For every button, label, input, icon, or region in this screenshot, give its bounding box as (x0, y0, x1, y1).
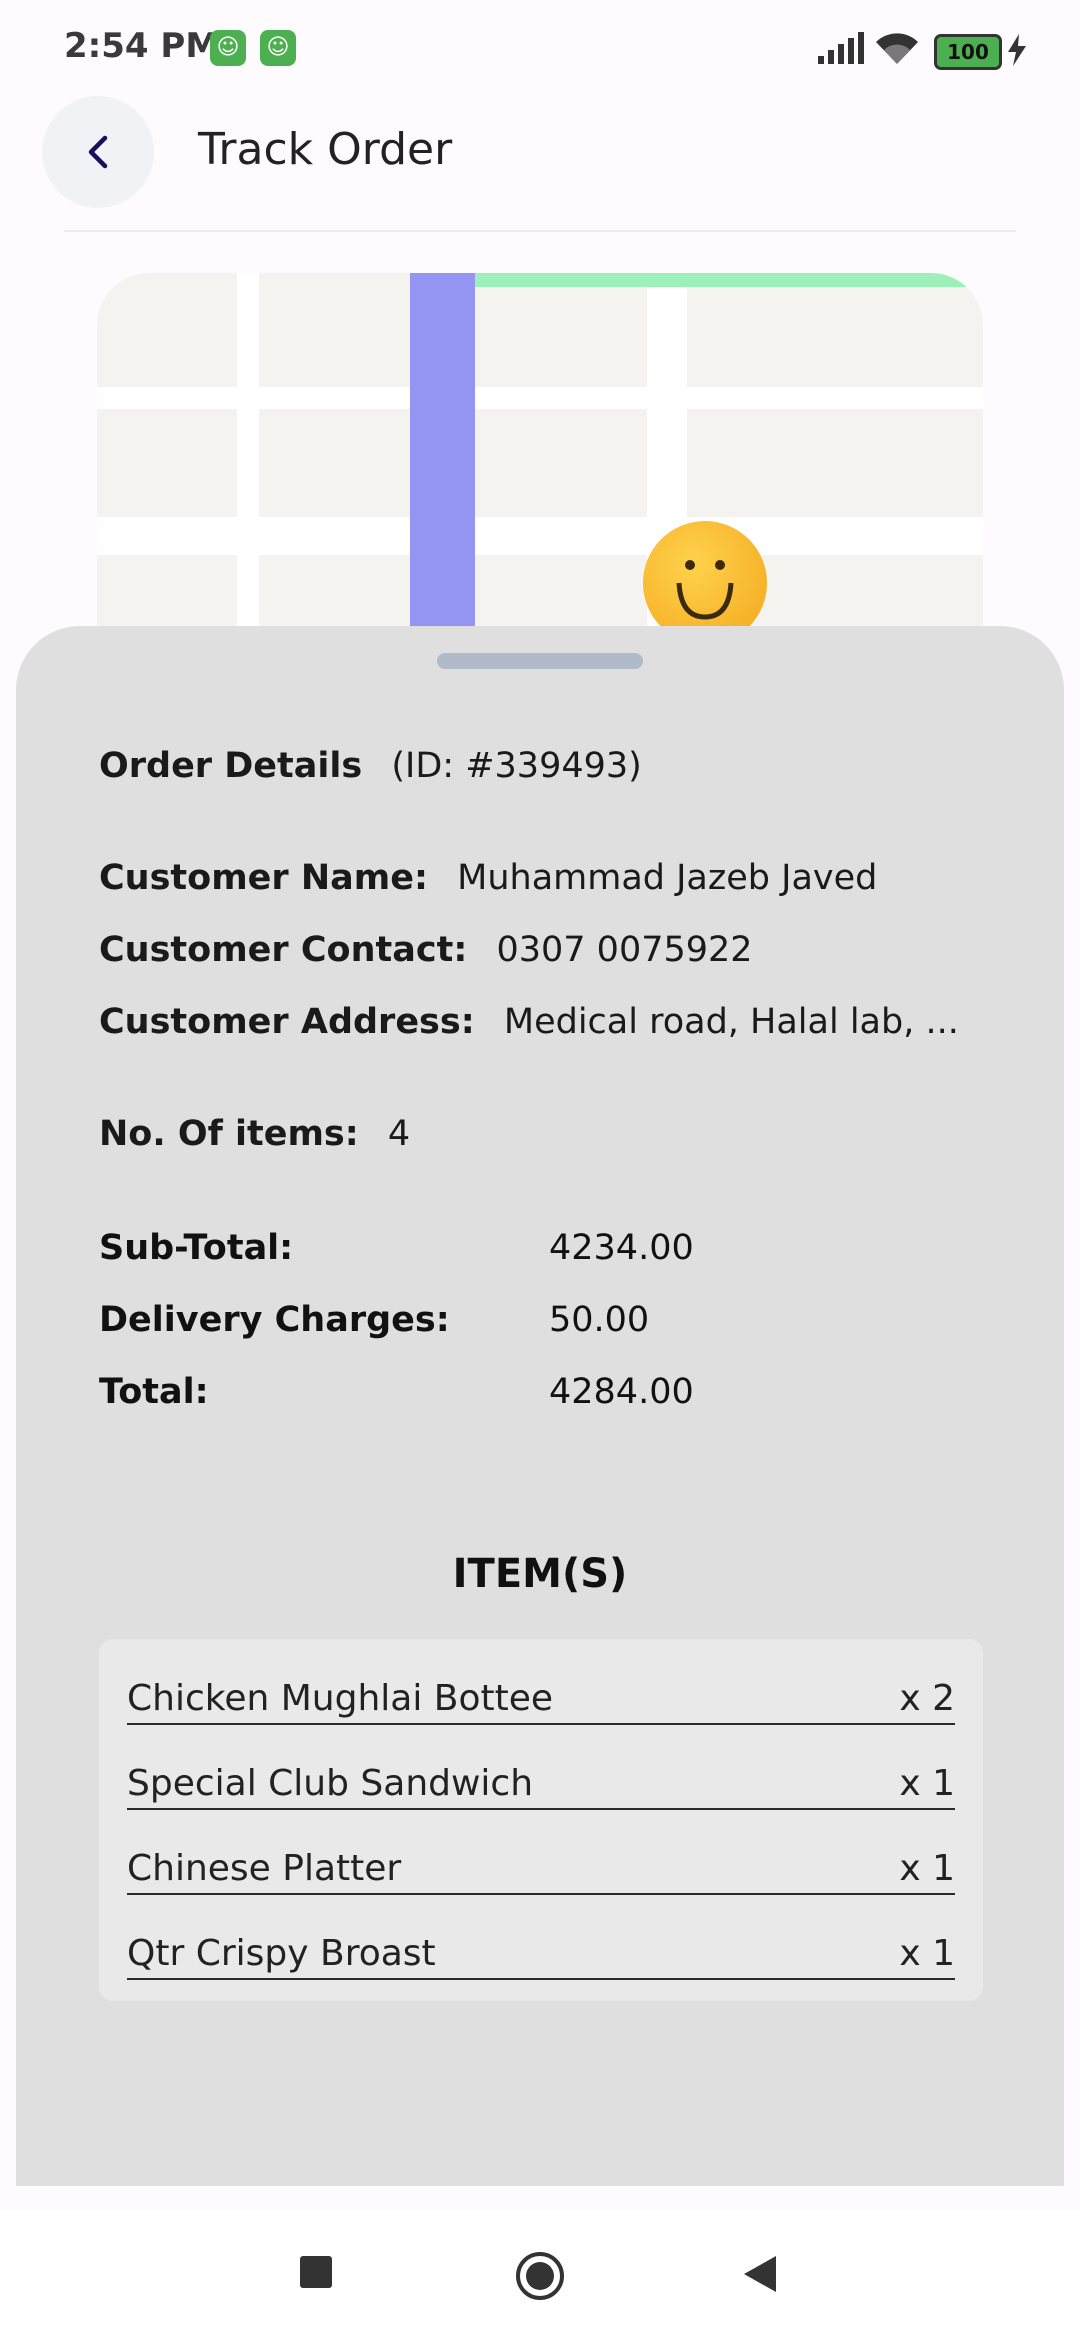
customer-name-row: Customer Name: Muhammad Jazeb Javed (99, 858, 877, 898)
app-notification-icon: ☺ (210, 30, 246, 66)
items-count-row: No. Of items: 4 (99, 1114, 410, 1154)
map-street (97, 387, 983, 409)
map-street (237, 273, 259, 673)
items-list: Chicken Mughlai Bottee x 2 Special Club … (99, 1639, 983, 2001)
header-divider (64, 230, 1016, 232)
app-notification-icon: ☺ (260, 30, 296, 66)
map-street (97, 517, 983, 555)
customer-name-label: Customer Name: (99, 858, 428, 898)
items-count-label: No. Of items: (99, 1114, 359, 1154)
status-bar: 2:54 PM ☺ ☺ 100 (0, 0, 1080, 90)
items-count-value: 4 (387, 1114, 411, 1154)
delivery-row: Delivery Charges: 50.00 (99, 1300, 649, 1340)
item-name: Special Club Sandwich (127, 1763, 534, 1804)
item-qty: x 1 (899, 1933, 955, 1974)
order-details-sheet[interactable]: Order Details (ID: #339493) Customer Nam… (16, 626, 1064, 2186)
item-name: Qtr Crispy Broast (127, 1933, 436, 1974)
list-item: Special Club Sandwich x 1 (127, 1740, 955, 1810)
items-heading: ITEM(S) (452, 1551, 628, 1597)
customer-contact-row: Customer Contact: 0307 0075922 (99, 930, 753, 970)
item-qty: x 1 (899, 1848, 955, 1889)
order-id: (ID: #339493) (391, 746, 642, 786)
list-item: Qtr Crispy Broast x 1 (127, 1910, 955, 1980)
customer-address-value: Medical road, Halal lab, ... (503, 1002, 959, 1042)
back-button[interactable] (42, 96, 154, 208)
delivery-label: Delivery Charges: (99, 1300, 450, 1340)
route-line (475, 273, 983, 287)
customer-contact-value: 0307 0075922 (496, 930, 753, 970)
subtotal-value: 4234.00 (549, 1228, 694, 1268)
item-name: Chinese Platter (127, 1848, 402, 1889)
total-label: Total: (99, 1372, 209, 1412)
battery-level: 100 (947, 40, 989, 64)
page-title: Track Order (198, 124, 453, 175)
sheet-drag-handle[interactable] (437, 653, 643, 669)
status-time: 2:54 PM (64, 26, 220, 66)
charging-icon (1008, 34, 1026, 66)
nav-recents-icon[interactable] (298, 2254, 334, 2290)
order-details-label: Order Details (99, 746, 363, 786)
battery-icon: 100 (934, 34, 1002, 70)
customer-name-value: Muhammad Jazeb Javed (457, 858, 878, 898)
item-qty: x 1 (899, 1763, 955, 1804)
list-item: Chicken Mughlai Bottee x 2 (127, 1655, 955, 1725)
customer-address-row: Customer Address: Medical road, Halal la… (99, 1002, 959, 1042)
total-value: 4284.00 (549, 1372, 694, 1412)
customer-address-label: Customer Address: (99, 1002, 475, 1042)
subtotal-label: Sub-Total: (99, 1228, 294, 1268)
item-name: Chicken Mughlai Bottee (127, 1678, 554, 1719)
app-header: Track Order (0, 90, 1080, 230)
list-item: Chinese Platter x 1 (127, 1825, 955, 1895)
subtotal-row: Sub-Total: 4234.00 (99, 1228, 694, 1268)
back-chevron-icon (88, 135, 108, 169)
wifi-icon (876, 33, 918, 64)
map-view[interactable] (97, 273, 983, 673)
nav-back-icon[interactable] (742, 2254, 778, 2294)
total-row: Total: 4284.00 (99, 1372, 694, 1412)
order-details-heading: Order Details (ID: #339493) (99, 746, 642, 786)
item-qty: x 2 (899, 1678, 955, 1719)
system-nav-bar (0, 2210, 1080, 2340)
nav-home-icon[interactable] (514, 2250, 566, 2302)
signal-icon (818, 32, 864, 64)
route-line (410, 273, 475, 673)
delivery-value: 50.00 (549, 1300, 650, 1340)
customer-contact-label: Customer Contact: (99, 930, 468, 970)
